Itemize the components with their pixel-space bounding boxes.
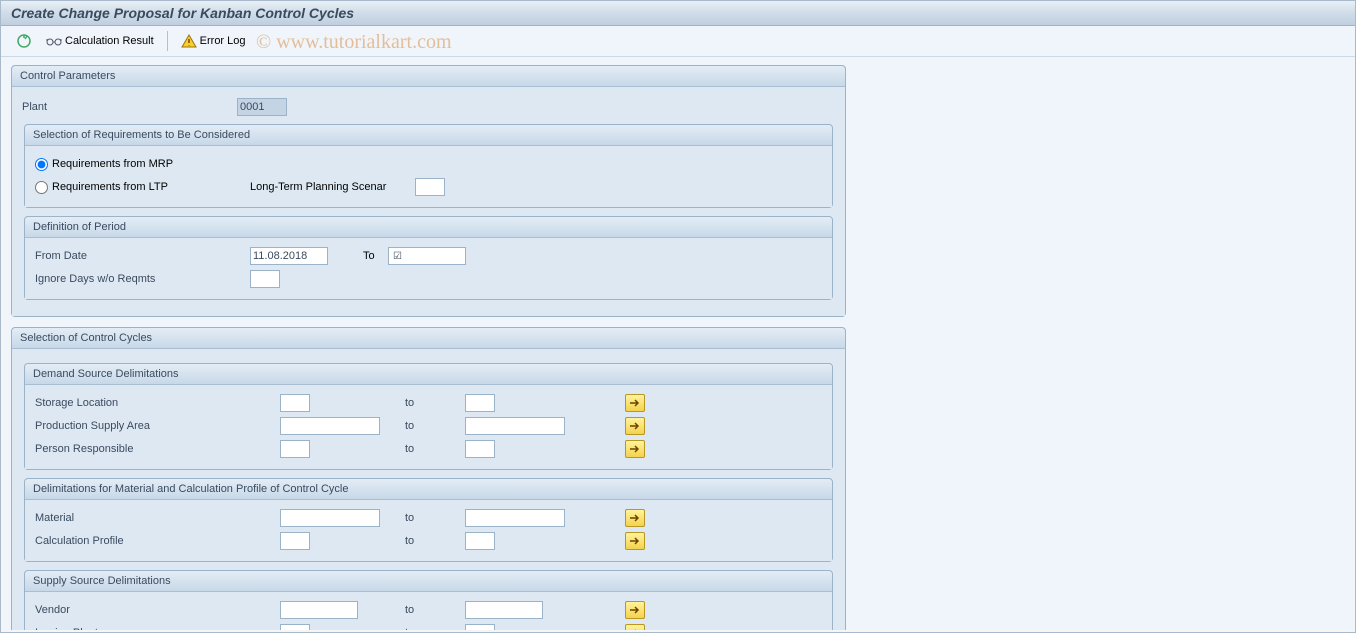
multiple-selection-button[interactable] xyxy=(625,417,645,435)
to-date-container: ☑ xyxy=(388,247,466,265)
radio-ltp-label: Requirements from LTP xyxy=(52,181,168,193)
window-title: Create Change Proposal for Kanban Contro… xyxy=(1,1,1355,26)
error-log-label: Error Log xyxy=(200,35,246,47)
arrow-right-icon xyxy=(629,398,641,408)
arrow-right-icon xyxy=(629,513,641,523)
multiple-selection-button[interactable] xyxy=(625,624,645,630)
toolbar: Calculation Result Error Log xyxy=(1,26,1355,57)
to-input[interactable] xyxy=(465,509,565,527)
to-input[interactable] xyxy=(465,440,495,458)
multiple-selection-button[interactable] xyxy=(625,394,645,412)
to-input[interactable] xyxy=(465,417,565,435)
group-title: Delimitations for Material and Calculati… xyxy=(25,479,832,500)
radio-mrp[interactable]: Requirements from MRP xyxy=(35,158,250,171)
field-label: Vendor xyxy=(35,604,280,616)
multiple-selection-button[interactable] xyxy=(625,532,645,550)
select-option-row: Calculation Profile to xyxy=(35,530,822,552)
group-definition-period: Definition of Period From Date To ☑ Igno… xyxy=(24,216,833,300)
to-label: to xyxy=(405,397,465,409)
to-date-label: To xyxy=(328,250,388,262)
group-title: Control Parameters xyxy=(12,66,845,87)
plant-label: Plant xyxy=(22,101,237,113)
group-supply-source: Supply Source Delimitations VendortoIssu… xyxy=(24,570,833,630)
toolbar-separator xyxy=(167,31,168,51)
group-selection-requirements: Selection of Requirements to Be Consider… xyxy=(24,124,833,208)
group-title: Selection of Control Cycles xyxy=(12,328,845,349)
calculation-result-button[interactable]: Calculation Result xyxy=(41,33,159,49)
from-input[interactable] xyxy=(280,440,310,458)
arrow-right-icon xyxy=(629,536,641,546)
field-label: Production Supply Area xyxy=(35,420,280,432)
group-title: Selection of Requirements to Be Consider… xyxy=(25,125,832,146)
select-option-row: Issuing Plant to xyxy=(35,622,822,630)
group-demand-source: Demand Source Delimitations Storage Loca… xyxy=(24,363,833,470)
from-input[interactable] xyxy=(280,417,380,435)
radio-mrp-input[interactable] xyxy=(35,158,48,171)
field-label: Person Responsible xyxy=(35,443,280,455)
field-label: Storage Location xyxy=(35,397,280,409)
content-scroll[interactable]: Control Parameters Plant Selection of Re… xyxy=(3,57,1353,630)
multiple-selection-button[interactable] xyxy=(625,440,645,458)
arrow-right-icon xyxy=(629,421,641,431)
to-label: to xyxy=(405,443,465,455)
to-label: to xyxy=(405,512,465,524)
to-label: to xyxy=(405,535,465,547)
radio-ltp[interactable]: Requirements from LTP xyxy=(35,181,250,194)
select-option-row: Vendor to xyxy=(35,599,822,621)
select-option-row: Material to xyxy=(35,507,822,529)
select-option-row: Person Responsible to xyxy=(35,438,822,460)
plant-input[interactable] xyxy=(237,98,287,116)
ignore-days-label: Ignore Days w/o Reqmts xyxy=(35,273,250,285)
to-date-checkbox[interactable]: ☑ xyxy=(393,251,402,262)
to-input[interactable] xyxy=(465,394,495,412)
group-title: Demand Source Delimitations xyxy=(25,364,832,385)
from-date-input[interactable] xyxy=(250,247,328,265)
multiple-selection-button[interactable] xyxy=(625,601,645,619)
execute-button[interactable] xyxy=(11,31,37,51)
from-input[interactable] xyxy=(280,624,310,630)
radio-ltp-input[interactable] xyxy=(35,181,48,194)
error-log-button[interactable]: Error Log xyxy=(176,32,251,50)
field-label: Material xyxy=(35,512,280,524)
group-title: Supply Source Delimitations xyxy=(25,571,832,592)
warning-icon xyxy=(181,34,197,48)
to-input[interactable] xyxy=(465,532,495,550)
group-selection-control-cycles: Selection of Control Cycles Demand Sourc… xyxy=(11,327,846,630)
select-option-row: Production Supply Area to xyxy=(35,415,822,437)
from-input[interactable] xyxy=(280,509,380,527)
execute-icon xyxy=(16,33,32,49)
to-label: to xyxy=(405,420,465,432)
ltp-scenario-input[interactable] xyxy=(415,178,445,196)
arrow-right-icon xyxy=(629,628,641,630)
group-material-profile: Delimitations for Material and Calculati… xyxy=(24,478,833,562)
from-input[interactable] xyxy=(280,532,310,550)
calculation-result-label: Calculation Result xyxy=(65,35,154,47)
spectacles-icon xyxy=(46,35,62,47)
to-label: to xyxy=(405,627,465,630)
group-control-parameters: Control Parameters Plant Selection of Re… xyxy=(11,65,846,317)
from-date-label: From Date xyxy=(35,250,250,262)
to-input[interactable] xyxy=(465,601,543,619)
field-label: Calculation Profile xyxy=(35,535,280,547)
field-label: Issuing Plant xyxy=(35,627,280,630)
radio-mrp-label: Requirements from MRP xyxy=(52,158,173,170)
multiple-selection-button[interactable] xyxy=(625,509,645,527)
ignore-days-input[interactable] xyxy=(250,270,280,288)
from-input[interactable] xyxy=(280,394,310,412)
ltp-scenario-label: Long-Term Planning Scenar xyxy=(250,181,415,193)
to-input[interactable] xyxy=(465,624,495,630)
arrow-right-icon xyxy=(629,605,641,615)
to-label: to xyxy=(405,604,465,616)
select-option-row: Storage Location to xyxy=(35,392,822,414)
group-title: Definition of Period xyxy=(25,217,832,238)
arrow-right-icon xyxy=(629,444,641,454)
from-input[interactable] xyxy=(280,601,358,619)
